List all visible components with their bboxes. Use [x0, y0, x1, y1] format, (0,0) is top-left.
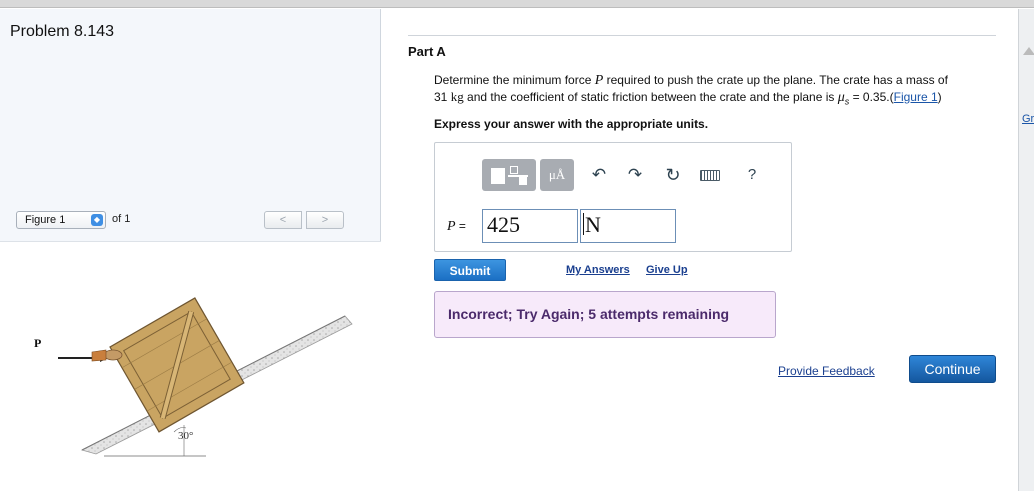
angle-label: 30°	[178, 430, 193, 442]
question-text: Determine the minimum force P required t…	[434, 73, 948, 107]
crate	[109, 297, 245, 433]
arrow-up-icon[interactable]	[1023, 47, 1034, 55]
part-label: Part A	[408, 44, 446, 59]
symbols-button[interactable]: μÅ	[540, 159, 574, 191]
figure-image: 30° P	[0, 241, 381, 491]
previous-figure-button[interactable]: <	[264, 211, 302, 229]
my-answers-link[interactable]: My Answers	[566, 264, 630, 276]
side-edge-strip: Gra	[1018, 9, 1034, 491]
templates-button[interactable]	[482, 159, 536, 191]
answer-unit-input[interactable]: N	[580, 209, 676, 243]
answer-variable-label: P =	[447, 219, 466, 234]
continue-button[interactable]: Continue	[909, 355, 996, 383]
figure-navigation: Figure 1 ◆ of 1 < >	[16, 211, 350, 233]
figure-select[interactable]: Figure 1 ◆	[16, 211, 106, 229]
figure-select-value: Figure 1	[25, 214, 66, 226]
feedback-message: Incorrect; Try Again; 5 attempts remaini…	[434, 291, 776, 338]
undo-icon[interactable]: ↶	[589, 159, 609, 191]
next-figure-button[interactable]: >	[306, 211, 344, 229]
answer-value-input[interactable]: 425	[482, 209, 578, 243]
problem-panel: Problem 8.143 Figure 1 ◆ of 1 < > 30° P	[0, 9, 381, 491]
figure-count: of 1	[112, 213, 131, 225]
edge-link[interactable]: Gra	[1022, 113, 1034, 125]
force-label: P	[34, 336, 41, 350]
submit-button[interactable]: Submit	[434, 259, 506, 281]
top-toolbar-strip	[0, 0, 1034, 8]
redo-icon[interactable]: ↷	[625, 159, 645, 191]
answer-instructions: Express your answer with the appropriate…	[434, 117, 709, 131]
question-panel: Part A Determine the minimum force P req…	[382, 9, 1022, 491]
hand-icon	[103, 349, 123, 361]
help-button[interactable]: ?	[742, 159, 762, 191]
chevron-up-down-icon: ◆	[91, 214, 103, 226]
problem-title: Problem 8.143	[10, 23, 115, 40]
keyboard-button[interactable]	[698, 159, 722, 191]
give-up-link[interactable]: Give Up	[646, 264, 688, 276]
keyboard-icon	[700, 170, 720, 181]
answer-box: μÅ ↶ ↷ ↻ ? P = 425 N	[434, 142, 792, 252]
provide-feedback-link[interactable]: Provide Feedback	[778, 364, 875, 378]
figure-link[interactable]: Figure 1	[894, 90, 938, 104]
crate-on-incline-figure: 30° P	[34, 297, 353, 457]
math-toolbar: μÅ ↶ ↷ ↻ ?	[482, 159, 772, 191]
templates-icon	[491, 168, 505, 184]
part-divider	[408, 35, 996, 36]
reset-icon[interactable]: ↻	[663, 159, 683, 191]
